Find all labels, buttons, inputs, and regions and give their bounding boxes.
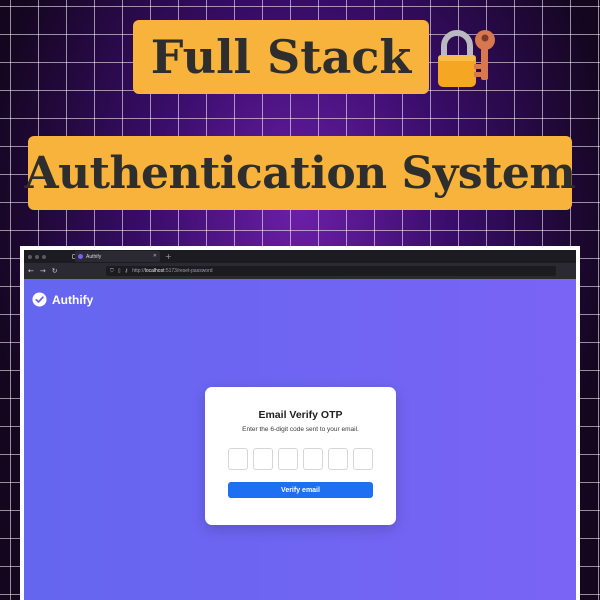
shield-icon: ⛉ <box>110 267 114 274</box>
close-window-button[interactable] <box>28 254 32 259</box>
browser-tab-strip: Authify ✕ + <box>24 250 576 263</box>
page-viewport: Authify Email Verify OTP Enter the 6-dig… <box>24 279 576 600</box>
reload-icon[interactable]: ↻ <box>52 267 58 275</box>
brand-name: Authify <box>52 292 94 307</box>
brand[interactable]: Authify <box>32 292 93 307</box>
browser-toolbar: ← → ↻ ⛉ ▯ ⚷ http://localhost:5173/reset-… <box>24 263 576 279</box>
forward-icon[interactable]: → <box>40 267 46 275</box>
address-bar[interactable]: ⛉ ▯ ⚷ http://localhost:5173/reset-passwo… <box>106 266 556 276</box>
tab-close-icon[interactable]: ✕ <box>153 254 157 259</box>
verify-email-button[interactable]: Verify email <box>228 482 373 498</box>
otp-digit-3[interactable] <box>278 448 298 470</box>
otp-card: Email Verify OTP Enter the 6-digit code … <box>205 387 396 525</box>
tab-title: Authify <box>86 253 102 260</box>
minimize-window-button[interactable] <box>35 254 39 259</box>
otp-digit-6[interactable] <box>353 448 373 470</box>
window-controls <box>28 254 46 259</box>
back-icon[interactable]: ← <box>28 267 34 275</box>
card-title: Email Verify OTP <box>258 409 343 421</box>
browser-tab[interactable]: Authify ✕ <box>75 251 160 262</box>
check-badge-icon <box>32 292 47 307</box>
lock-with-key-icon <box>438 30 495 87</box>
otp-digit-1[interactable] <box>228 448 248 470</box>
page-icon: ▯ <box>117 267 121 274</box>
banner-title-line1: Full Stack <box>133 20 429 94</box>
favicon-icon <box>78 254 83 259</box>
maximize-window-button[interactable] <box>42 254 46 259</box>
otp-digit-4[interactable] <box>303 448 323 470</box>
key-icon: ⚷ <box>124 267 129 274</box>
otp-digit-2[interactable] <box>253 448 273 470</box>
card-subtitle: Enter the 6-digit code sent to your emai… <box>242 426 359 433</box>
browser-window: Authify ✕ + ← → ↻ ⛉ ▯ ⚷ http://localhost… <box>20 246 580 600</box>
otp-digit-5[interactable] <box>328 448 348 470</box>
otp-input-group <box>205 448 396 470</box>
url-text: http://localhost:5173/reset-password <box>132 268 213 274</box>
new-tab-icon[interactable]: + <box>165 251 172 262</box>
banner-title-line2: Authentication System <box>25 136 576 210</box>
